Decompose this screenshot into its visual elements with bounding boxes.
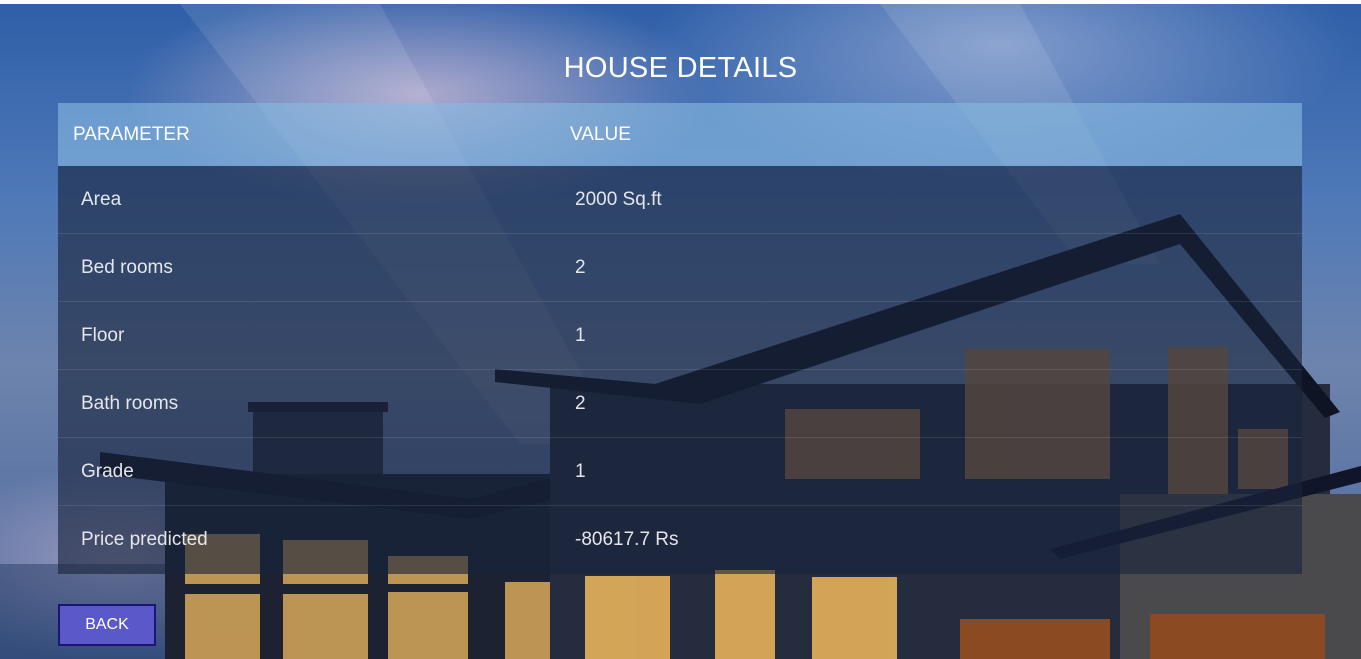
table-row: Grade 1 [58, 438, 1302, 506]
house-details-table: PARAMETER VALUE Area 2000 Sq.ft Bed room… [58, 103, 1302, 574]
row-value-cell: 1 [575, 460, 586, 482]
page-root: HOUSE DETAILS PARAMETER VALUE Area 2000 … [0, 4, 1361, 659]
column-header-parameter: PARAMETER [73, 123, 190, 145]
table-row: Price predicted -80617.7 Rs [58, 506, 1302, 574]
row-value-cell: 2 [575, 256, 586, 278]
row-parameter-cell: Bath rooms [81, 392, 179, 414]
back-button[interactable]: BACK [58, 604, 156, 646]
row-value-cell: 1 [575, 324, 586, 346]
table-body: Area 2000 Sq.ft Bed rooms 2 Floor 1 Bath… [58, 166, 1302, 574]
row-parameter-cell: Area [81, 188, 122, 210]
table-row: Area 2000 Sq.ft [58, 166, 1302, 234]
column-header-value: VALUE [570, 123, 631, 145]
row-value-cell: -80617.7 Rs [575, 529, 679, 550]
row-value-cell: 2000 Sq.ft [575, 188, 662, 210]
row-parameter-cell: Grade [81, 460, 134, 482]
table-header: PARAMETER VALUE [58, 103, 1302, 166]
row-parameter-cell: Bed rooms [81, 256, 173, 278]
table-row: Bed rooms 2 [58, 234, 1302, 302]
table-row: Bath rooms 2 [58, 370, 1302, 438]
page-title: HOUSE DETAILS [563, 52, 798, 84]
row-parameter-cell: Price predicted [81, 529, 208, 550]
table-row: Floor 1 [58, 302, 1302, 370]
row-parameter-cell: Floor [81, 324, 125, 346]
row-value-cell: 2 [575, 392, 586, 414]
